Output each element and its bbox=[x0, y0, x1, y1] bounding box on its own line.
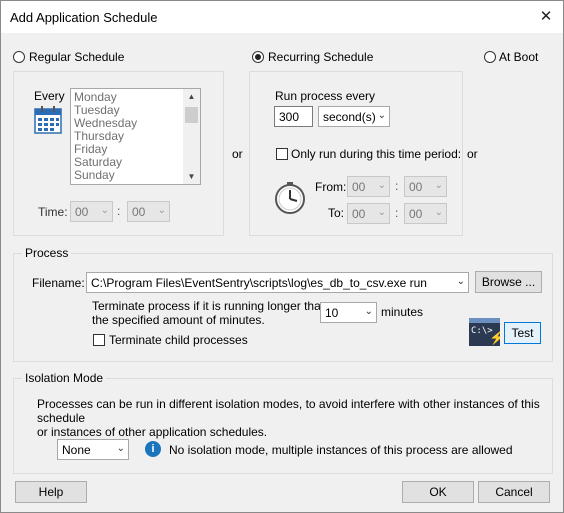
chevron-down-icon: ⌄ bbox=[377, 180, 386, 191]
from-separator: : bbox=[395, 179, 399, 193]
browse-button[interactable]: Browse ... bbox=[475, 271, 542, 293]
regular-schedule-radio[interactable] bbox=[13, 51, 25, 63]
from-minute-select[interactable]: 00 ⌄ bbox=[404, 176, 447, 197]
chevron-down-icon: ⌄ bbox=[456, 276, 465, 287]
regular-schedule-label[interactable]: Regular Schedule bbox=[29, 50, 124, 64]
terminate-children-checkbox[interactable] bbox=[93, 334, 105, 346]
test-button[interactable]: Test bbox=[504, 322, 541, 344]
time-hour-select[interactable]: 00 ⌄ bbox=[70, 201, 113, 222]
terminate-text-line-1: Terminate process if it is running longe… bbox=[92, 299, 328, 313]
isolation-mode-value: None bbox=[62, 443, 91, 457]
time-minute-value: 00 bbox=[132, 205, 146, 219]
minutes-value: 10 bbox=[325, 306, 339, 320]
calendar-icon bbox=[34, 106, 62, 134]
run-every-label: Run process every bbox=[275, 89, 376, 103]
every-label: Every bbox=[34, 89, 65, 103]
info-icon: i bbox=[145, 441, 161, 457]
run-every-unit-value: second(s) bbox=[323, 110, 376, 124]
isolation-legend: Isolation Mode bbox=[22, 371, 107, 385]
lightning-icon: ⚡ bbox=[489, 330, 500, 345]
scroll-thumb[interactable] bbox=[185, 107, 198, 123]
at-boot-label[interactable]: At Boot bbox=[499, 50, 538, 64]
ok-button[interactable]: OK bbox=[402, 481, 474, 503]
chevron-down-icon: ⌄ bbox=[364, 306, 373, 317]
to-label: To: bbox=[328, 206, 345, 220]
chevron-down-icon: ⌄ bbox=[100, 205, 109, 216]
dialog-title: Add Application Schedule bbox=[10, 10, 158, 25]
help-button[interactable]: Help bbox=[15, 481, 87, 503]
clock-icon bbox=[275, 182, 305, 214]
chevron-down-icon: ⌄ bbox=[157, 205, 166, 216]
chevron-down-icon: ⌄ bbox=[434, 207, 443, 218]
filename-combobox[interactable]: C:\Program Files\EventSentry\scripts\log… bbox=[86, 272, 469, 293]
process-legend: Process bbox=[22, 246, 72, 260]
at-boot-radio[interactable] bbox=[484, 51, 496, 63]
or-label-2: or bbox=[467, 147, 478, 161]
isolation-info-text: No isolation mode, multiple instances of… bbox=[169, 443, 513, 457]
chevron-down-icon: ⌄ bbox=[377, 110, 386, 121]
days-listbox[interactable]: Monday Tuesday Wednesday Thursday Friday… bbox=[70, 88, 201, 185]
filename-value: C:\Program Files\EventSentry\scripts\log… bbox=[91, 276, 427, 290]
terminate-text-line-2: the specified amount of minutes. bbox=[92, 313, 265, 327]
minutes-select[interactable]: 10 ⌄ bbox=[320, 302, 377, 323]
isolation-desc-line-2: or instances of other application schedu… bbox=[37, 425, 268, 439]
days-scrollbar[interactable]: ▲ ▼ bbox=[183, 89, 200, 184]
close-icon[interactable]: ✕ bbox=[533, 5, 559, 29]
time-hour-value: 00 bbox=[75, 205, 89, 219]
to-hour-select[interactable]: 00 ⌄ bbox=[347, 203, 390, 224]
isolation-description: Processes can be run in different isolat… bbox=[37, 397, 563, 439]
run-every-input[interactable]: 300 bbox=[274, 106, 313, 127]
only-period-label[interactable]: Only run during this time period: bbox=[291, 147, 461, 161]
from-hour-value: 00 bbox=[352, 180, 366, 194]
to-hour-value: 00 bbox=[352, 207, 366, 221]
from-minute-value: 00 bbox=[409, 180, 423, 194]
time-minute-select[interactable]: 00 ⌄ bbox=[127, 201, 170, 222]
scroll-down-icon[interactable]: ▼ bbox=[183, 172, 200, 181]
from-hour-select[interactable]: 00 ⌄ bbox=[347, 176, 390, 197]
terminate-description: Terminate process if it is running longe… bbox=[92, 299, 327, 327]
terminate-children-label[interactable]: Terminate child processes bbox=[109, 333, 248, 347]
isolation-desc-line-1: Processes can be run in different isolat… bbox=[37, 397, 540, 425]
chevron-down-icon: ⌄ bbox=[116, 443, 125, 454]
from-label: From: bbox=[315, 180, 347, 194]
or-label-1: or bbox=[232, 147, 243, 161]
minutes-label: minutes bbox=[381, 305, 424, 319]
to-minute-select[interactable]: 00 ⌄ bbox=[404, 203, 447, 224]
time-label: Time: bbox=[38, 205, 68, 219]
chevron-down-icon: ⌄ bbox=[377, 207, 386, 218]
title-bar: Add Application Schedule ✕ bbox=[1, 1, 563, 33]
time-separator: : bbox=[117, 204, 121, 218]
cancel-button[interactable]: Cancel bbox=[478, 481, 550, 503]
run-every-unit-select[interactable]: second(s) ⌄ bbox=[318, 106, 390, 127]
filename-label: Filename: bbox=[32, 276, 85, 290]
isolation-mode-select[interactable]: None ⌄ bbox=[57, 439, 129, 460]
only-period-checkbox[interactable] bbox=[276, 148, 288, 160]
recurring-schedule-label[interactable]: Recurring Schedule bbox=[268, 50, 373, 64]
recurring-schedule-radio[interactable] bbox=[252, 51, 264, 63]
to-separator: : bbox=[395, 206, 399, 220]
chevron-down-icon: ⌄ bbox=[434, 180, 443, 191]
to-minute-value: 00 bbox=[409, 207, 423, 221]
scroll-up-icon[interactable]: ▲ bbox=[183, 92, 200, 101]
list-item[interactable]: Sunday bbox=[74, 169, 137, 182]
console-icon: C:\> ⚡ bbox=[469, 318, 500, 346]
dialog-window: Add Application Schedule ✕ Regular Sched… bbox=[0, 0, 564, 513]
run-every-value: 300 bbox=[279, 110, 300, 124]
